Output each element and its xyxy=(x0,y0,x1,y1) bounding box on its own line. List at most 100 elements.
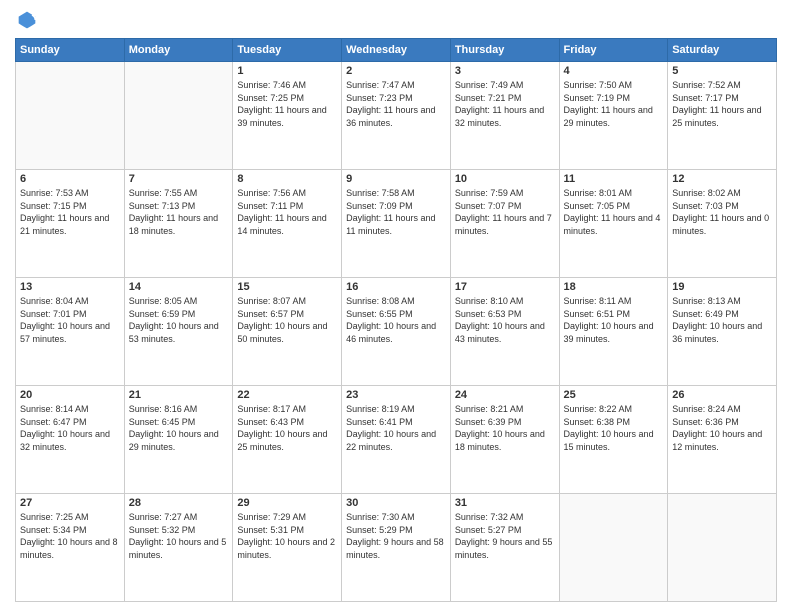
day-number: 3 xyxy=(455,65,555,77)
calendar-week-row: 27 Sunrise: 7:25 AM Sunset: 5:34 PM Dayli… xyxy=(16,494,777,602)
calendar-day-cell: 16 Sunrise: 8:08 AM Sunset: 6:55 PM Dayli… xyxy=(342,278,451,386)
day-number: 18 xyxy=(564,281,664,293)
day-info: Sunrise: 8:13 AM Sunset: 6:49 PM Dayligh… xyxy=(672,295,772,345)
day-info: Sunrise: 7:58 AM Sunset: 7:09 PM Dayligh… xyxy=(346,187,446,237)
day-number: 2 xyxy=(346,65,446,77)
day-number: 30 xyxy=(346,497,446,509)
day-info: Sunrise: 8:10 AM Sunset: 6:53 PM Dayligh… xyxy=(455,295,555,345)
day-number: 17 xyxy=(455,281,555,293)
calendar-day-cell: 22 Sunrise: 8:17 AM Sunset: 6:43 PM Dayli… xyxy=(233,386,342,494)
calendar-day-cell: 5 Sunrise: 7:52 AM Sunset: 7:17 PM Daylig… xyxy=(668,62,777,170)
day-info: Sunrise: 7:55 AM Sunset: 7:13 PM Dayligh… xyxy=(129,187,229,237)
day-number: 10 xyxy=(455,173,555,185)
day-info: Sunrise: 7:59 AM Sunset: 7:07 PM Dayligh… xyxy=(455,187,555,237)
day-of-week-header: Wednesday xyxy=(342,39,451,62)
day-number: 19 xyxy=(672,281,772,293)
day-of-week-header: Saturday xyxy=(668,39,777,62)
day-info: Sunrise: 7:25 AM Sunset: 5:34 PM Dayligh… xyxy=(20,511,120,561)
day-info: Sunrise: 7:52 AM Sunset: 7:17 PM Dayligh… xyxy=(672,79,772,129)
calendar-day-cell xyxy=(16,62,125,170)
calendar-day-cell: 13 Sunrise: 8:04 AM Sunset: 7:01 PM Dayli… xyxy=(16,278,125,386)
day-number: 13 xyxy=(20,281,120,293)
day-number: 28 xyxy=(129,497,229,509)
calendar-day-cell: 7 Sunrise: 7:55 AM Sunset: 7:13 PM Daylig… xyxy=(124,170,233,278)
calendar-day-cell: 3 Sunrise: 7:49 AM Sunset: 7:21 PM Daylig… xyxy=(450,62,559,170)
day-info: Sunrise: 8:08 AM Sunset: 6:55 PM Dayligh… xyxy=(346,295,446,345)
calendar-header-row: SundayMondayTuesdayWednesdayThursdayFrid… xyxy=(16,39,777,62)
day-info: Sunrise: 7:32 AM Sunset: 5:27 PM Dayligh… xyxy=(455,511,555,561)
calendar-day-cell: 25Sunrise: 8:22 AM Sunset: 6:38 PM Dayli… xyxy=(559,386,668,494)
day-info: Sunrise: 8:11 AM Sunset: 6:51 PM Dayligh… xyxy=(564,295,664,345)
calendar-week-row: 13 Sunrise: 8:04 AM Sunset: 7:01 PM Dayli… xyxy=(16,278,777,386)
calendar-day-cell: 11 Sunrise: 8:01 AM Sunset: 7:05 PM Dayli… xyxy=(559,170,668,278)
calendar-day-cell: 17 Sunrise: 8:10 AM Sunset: 6:53 PM Dayli… xyxy=(450,278,559,386)
calendar-week-row: 1Sunrise: 7:46 AM Sunset: 7:25 PM Daylig… xyxy=(16,62,777,170)
calendar-day-cell: 4Sunrise: 7:50 AM Sunset: 7:19 PM Daylig… xyxy=(559,62,668,170)
calendar-day-cell xyxy=(668,494,777,602)
logo-icon xyxy=(17,10,37,30)
day-info: Sunrise: 7:56 AM Sunset: 7:11 PM Dayligh… xyxy=(237,187,337,237)
day-info: Sunrise: 7:49 AM Sunset: 7:21 PM Dayligh… xyxy=(455,79,555,129)
day-number: 5 xyxy=(672,65,772,77)
day-number: 22 xyxy=(237,389,337,401)
day-number: 12 xyxy=(672,173,772,185)
day-of-week-header: Monday xyxy=(124,39,233,62)
calendar-day-cell: 18 Sunrise: 8:11 AM Sunset: 6:51 PM Dayli… xyxy=(559,278,668,386)
calendar-day-cell: 6 Sunrise: 7:53 AM Sunset: 7:15 PM Daylig… xyxy=(16,170,125,278)
calendar-day-cell: 29Sunrise: 7:29 AM Sunset: 5:31 PM Dayli… xyxy=(233,494,342,602)
day-info: Sunrise: 7:30 AM Sunset: 5:29 PM Dayligh… xyxy=(346,511,446,561)
day-number: 6 xyxy=(20,173,120,185)
calendar-day-cell: 12 Sunrise: 8:02 AM Sunset: 7:03 PM Dayli… xyxy=(668,170,777,278)
day-info: Sunrise: 7:47 AM Sunset: 7:23 PM Dayligh… xyxy=(346,79,446,129)
calendar-day-cell xyxy=(559,494,668,602)
day-info: Sunrise: 8:04 AM Sunset: 7:01 PM Dayligh… xyxy=(20,295,120,345)
day-info: Sunrise: 8:17 AM Sunset: 6:43 PM Dayligh… xyxy=(237,403,337,453)
calendar-day-cell: 23Sunrise: 8:19 AM Sunset: 6:41 PM Dayli… xyxy=(342,386,451,494)
calendar-day-cell: 28 Sunrise: 7:27 AM Sunset: 5:32 PM Dayli… xyxy=(124,494,233,602)
day-info: Sunrise: 8:21 AM Sunset: 6:39 PM Dayligh… xyxy=(455,403,555,453)
day-info: Sunrise: 8:05 AM Sunset: 6:59 PM Dayligh… xyxy=(129,295,229,345)
calendar: SundayMondayTuesdayWednesdayThursdayFrid… xyxy=(15,38,777,602)
calendar-day-cell: 15 Sunrise: 8:07 AM Sunset: 6:57 PM Dayli… xyxy=(233,278,342,386)
day-number: 24 xyxy=(455,389,555,401)
day-of-week-header: Thursday xyxy=(450,39,559,62)
day-number: 27 xyxy=(20,497,120,509)
calendar-day-cell: 10 Sunrise: 7:59 AM Sunset: 7:07 PM Dayli… xyxy=(450,170,559,278)
calendar-day-cell: 14Sunrise: 8:05 AM Sunset: 6:59 PM Dayli… xyxy=(124,278,233,386)
day-number: 7 xyxy=(129,173,229,185)
day-number: 23 xyxy=(346,389,446,401)
day-number: 1 xyxy=(237,65,337,77)
calendar-week-row: 20 Sunrise: 8:14 AM Sunset: 6:47 PM Dayli… xyxy=(16,386,777,494)
header xyxy=(15,10,777,30)
day-number: 29 xyxy=(237,497,337,509)
calendar-day-cell: 27 Sunrise: 7:25 AM Sunset: 5:34 PM Dayli… xyxy=(16,494,125,602)
day-info: Sunrise: 8:02 AM Sunset: 7:03 PM Dayligh… xyxy=(672,187,772,237)
calendar-day-cell: 1Sunrise: 7:46 AM Sunset: 7:25 PM Daylig… xyxy=(233,62,342,170)
calendar-day-cell: 26 Sunrise: 8:24 AM Sunset: 6:36 PM Dayli… xyxy=(668,386,777,494)
day-number: 20 xyxy=(20,389,120,401)
calendar-day-cell: 8Sunrise: 7:56 AM Sunset: 7:11 PM Daylig… xyxy=(233,170,342,278)
day-number: 21 xyxy=(129,389,229,401)
calendar-day-cell: 9 Sunrise: 7:58 AM Sunset: 7:09 PM Daylig… xyxy=(342,170,451,278)
day-of-week-header: Sunday xyxy=(16,39,125,62)
calendar-day-cell: 24 Sunrise: 8:21 AM Sunset: 6:39 PM Dayli… xyxy=(450,386,559,494)
day-of-week-header: Friday xyxy=(559,39,668,62)
day-of-week-header: Tuesday xyxy=(233,39,342,62)
calendar-day-cell xyxy=(124,62,233,170)
calendar-day-cell: 30 Sunrise: 7:30 AM Sunset: 5:29 PM Dayli… xyxy=(342,494,451,602)
day-number: 11 xyxy=(564,173,664,185)
day-info: Sunrise: 8:14 AM Sunset: 6:47 PM Dayligh… xyxy=(20,403,120,453)
day-number: 16 xyxy=(346,281,446,293)
day-number: 26 xyxy=(672,389,772,401)
calendar-day-cell: 2 Sunrise: 7:47 AM Sunset: 7:23 PM Daylig… xyxy=(342,62,451,170)
logo xyxy=(15,10,37,30)
day-number: 31 xyxy=(455,497,555,509)
day-info: Sunrise: 7:50 AM Sunset: 7:19 PM Dayligh… xyxy=(564,79,664,129)
day-info: Sunrise: 8:07 AM Sunset: 6:57 PM Dayligh… xyxy=(237,295,337,345)
day-info: Sunrise: 7:27 AM Sunset: 5:32 PM Dayligh… xyxy=(129,511,229,561)
day-number: 9 xyxy=(346,173,446,185)
day-info: Sunrise: 8:01 AM Sunset: 7:05 PM Dayligh… xyxy=(564,187,664,237)
day-number: 15 xyxy=(237,281,337,293)
day-info: Sunrise: 8:24 AM Sunset: 6:36 PM Dayligh… xyxy=(672,403,772,453)
day-info: Sunrise: 7:53 AM Sunset: 7:15 PM Dayligh… xyxy=(20,187,120,237)
